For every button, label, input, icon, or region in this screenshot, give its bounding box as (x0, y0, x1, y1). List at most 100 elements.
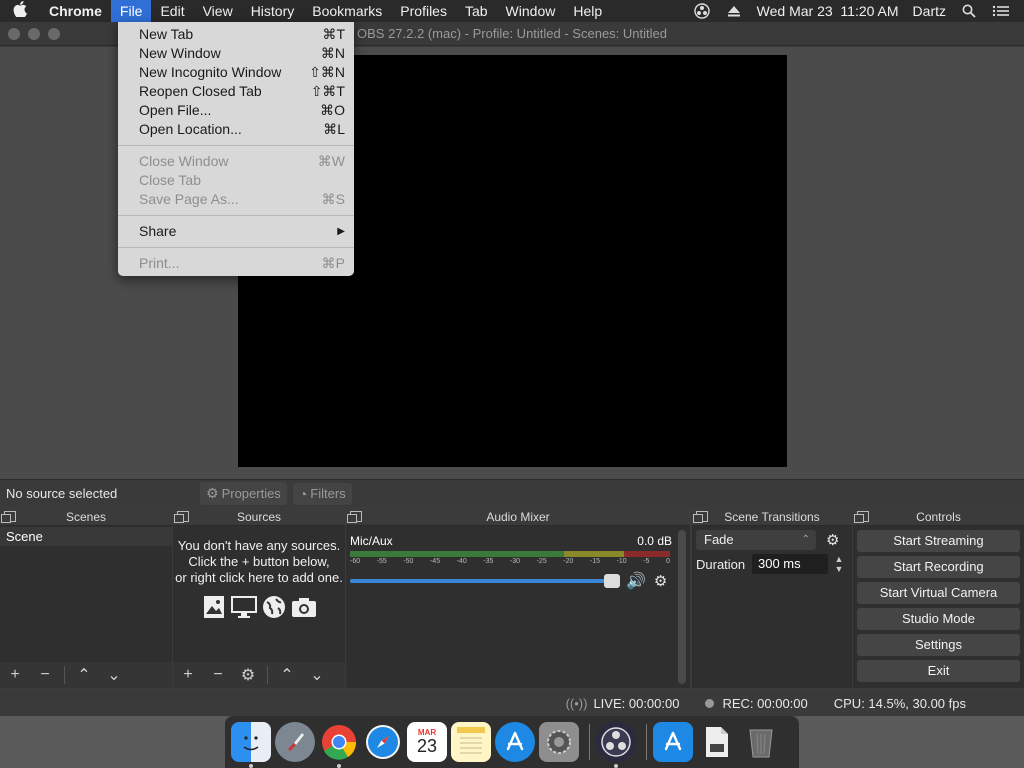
menu-item-new-tab[interactable]: New Tab ⌘T (118, 25, 354, 44)
calendar-icon[interactable]: MAR 23 (407, 722, 447, 762)
mixer-header: Audio Mixer (346, 508, 690, 526)
remove-scene-button[interactable]: − (30, 666, 60, 684)
menu-app-name[interactable]: Chrome (40, 0, 111, 22)
launchpad-icon[interactable] (275, 722, 315, 762)
image-source-icon (204, 596, 224, 618)
controls-title: Controls (916, 510, 961, 524)
app-store-icon-2[interactable] (653, 722, 693, 762)
camera-source-icon (292, 598, 316, 617)
volume-meter (350, 551, 670, 557)
control-center-icon[interactable] (992, 2, 1010, 20)
safari-icon[interactable] (363, 722, 403, 762)
scene-transitions-dock: Scene Transitions Fade ⚙ Duration 300 ms… (692, 508, 852, 688)
undock-icon[interactable] (854, 511, 869, 523)
add-scene-button[interactable]: + (0, 666, 30, 684)
obs-status-icon[interactable] (693, 2, 711, 20)
chrome-icon[interactable] (319, 722, 359, 768)
apple-icon[interactable] (0, 1, 40, 21)
controls-header: Controls (853, 508, 1024, 526)
app-store-icon[interactable] (495, 722, 535, 762)
scenes-footer: + − ⌃ ⌄ (0, 662, 172, 688)
scene-list-item[interactable]: Scene (0, 527, 172, 546)
undock-icon[interactable] (693, 511, 708, 523)
menu-bookmarks[interactable]: Bookmarks (303, 0, 391, 22)
track-name: Mic/Aux (350, 534, 393, 548)
sources-empty-message[interactable]: You don't have any sources. Click the + … (173, 526, 345, 620)
menu-profiles[interactable]: Profiles (391, 0, 456, 22)
volume-fader[interactable] (350, 574, 620, 588)
add-source-button[interactable]: + (173, 666, 203, 684)
menu-divider (118, 247, 354, 248)
menu-view[interactable]: View (194, 0, 242, 22)
start-streaming-button[interactable]: Start Streaming (857, 530, 1020, 552)
undock-icon[interactable] (174, 511, 189, 523)
eject-icon[interactable] (725, 2, 743, 20)
menu-edit[interactable]: Edit (151, 0, 193, 22)
menu-item-print: Print... ⌘P (139, 255, 345, 271)
menu-item-close-window: Close Window ⌘W (139, 153, 345, 169)
start-virtual-camera-button[interactable]: Start Virtual Camera (857, 582, 1020, 604)
filters-label: Filters (310, 486, 346, 501)
exit-button[interactable]: Exit (857, 660, 1020, 682)
macos-dock: MAR 23 (225, 716, 799, 768)
menubar-datetime[interactable]: Wed Mar 23 11:20 AM (757, 3, 899, 19)
sources-title: Sources (236, 510, 282, 524)
menu-item-new-incognito-window[interactable]: New Incognito Window ⇧⌘N (118, 63, 354, 82)
menubar-user[interactable]: Dartz (913, 3, 946, 19)
start-recording-button[interactable]: Start Recording (857, 556, 1020, 578)
menu-item-new-window[interactable]: New Window ⌘N (118, 44, 354, 63)
transition-select[interactable]: Fade (696, 530, 816, 550)
move-source-up-button[interactable]: ⌃ (272, 665, 302, 685)
notes-icon[interactable] (451, 722, 491, 762)
obs-icon[interactable] (596, 722, 636, 768)
document-icon[interactable] (697, 722, 737, 762)
finder-icon[interactable] (231, 722, 271, 768)
file-menu-dropdown: New Tab ⌘T New Window ⌘N New Incognito Win… (118, 22, 354, 276)
properties-button[interactable]: ⚙ Properties (200, 482, 287, 505)
transitions-header: Scene Transitions (692, 508, 852, 526)
meter-ticks: -60 -55 -50 -45 -40 -35 -30 -25 -20 -15 -10 -5 0 (350, 558, 670, 565)
controls-dock: Controls Start Streaming Start Recording… (853, 508, 1024, 688)
menu-item-open-file[interactable]: Open File... ⌘O (118, 101, 354, 120)
studio-mode-button[interactable]: Studio Mode (857, 608, 1020, 630)
spotlight-search-icon[interactable] (960, 2, 978, 20)
speaker-icon[interactable]: 🔊 (626, 571, 646, 591)
menu-history[interactable]: History (242, 0, 304, 22)
duration-input[interactable]: 300 ms (752, 554, 828, 574)
trash-icon[interactable] (741, 722, 781, 762)
no-source-label: No source selected (6, 486, 118, 501)
mixer-title: Audio Mixer (486, 510, 550, 524)
menu-item-share[interactable]: Share ▶ (118, 222, 354, 241)
source-toolbar: No source selected ⚙ Properties ◔ Filter… (0, 479, 1024, 507)
rec-timer: REC: 00:00:00 (722, 695, 808, 711)
settings-button[interactable]: Settings (857, 634, 1020, 656)
menu-item-close-tab: Close Tab (139, 172, 202, 188)
menu-file[interactable]: File (110, 0, 152, 22)
undock-icon[interactable] (1, 511, 16, 523)
mixer-scrollbar[interactable] (678, 530, 686, 684)
move-source-down-button[interactable]: ⌄ (302, 665, 332, 685)
move-scene-up-button[interactable]: ⌃ (69, 665, 99, 685)
volume-fader-knob[interactable] (604, 574, 620, 588)
undock-icon[interactable] (347, 511, 362, 523)
sources-footer: + − ⚙ ⌃ ⌄ (173, 662, 345, 688)
live-broadcast-icon: ((•)) (565, 695, 588, 711)
menu-help[interactable]: Help (564, 0, 611, 22)
menu-window[interactable]: Window (497, 0, 565, 22)
move-scene-down-button[interactable]: ⌄ (99, 665, 129, 685)
sources-empty-line2: Click the + button below, (188, 554, 330, 569)
system-preferences-icon[interactable] (539, 722, 579, 762)
menu-item-open-location[interactable]: Open Location... ⌘L (118, 120, 354, 139)
remove-source-button[interactable]: − (203, 666, 233, 684)
mixer-settings-gear-icon[interactable]: ⚙ (654, 572, 667, 590)
submenu-arrow-icon: ▶ (337, 226, 345, 237)
sources-header: Sources (173, 508, 345, 526)
source-properties-gear-icon[interactable]: ⚙ (233, 665, 263, 685)
duration-stepper[interactable]: ▲ ▼ (832, 554, 846, 574)
transition-settings-gear-icon[interactable]: ⚙ (826, 531, 839, 549)
duration-label: Duration (696, 556, 746, 572)
menu-item-reopen-closed-tab[interactable]: Reopen Closed Tab ⇧⌘T (118, 82, 354, 101)
filters-button[interactable]: ◔ Filters (292, 482, 352, 505)
menu-tab[interactable]: Tab (456, 0, 497, 22)
transitions-title: Scene Transitions (724, 510, 820, 524)
